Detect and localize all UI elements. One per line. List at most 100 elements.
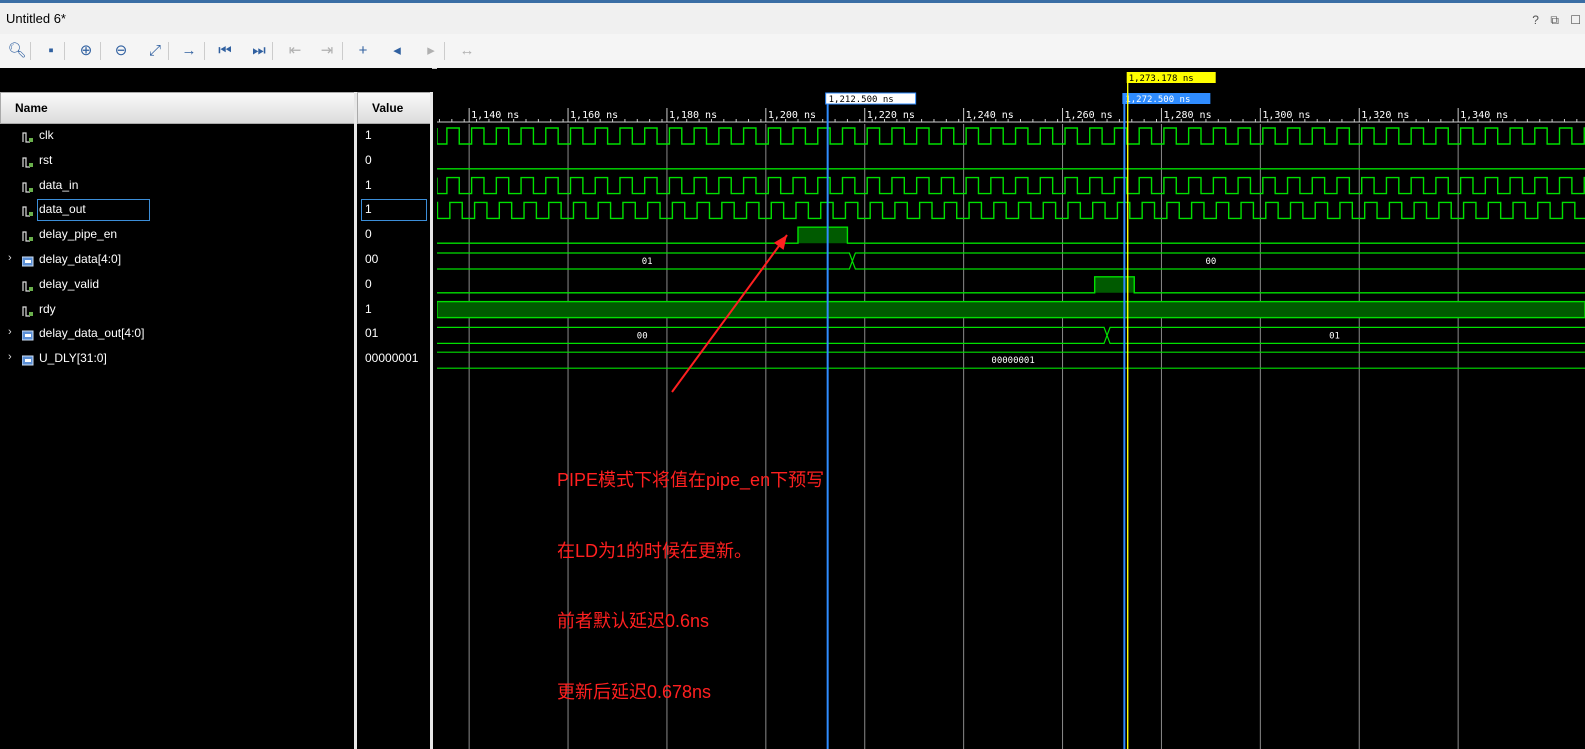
ruler-tick-label: 1,340 ns — [1460, 110, 1508, 121]
signal-value: 0 — [365, 276, 372, 291]
signal-row[interactable]: › delay_data_out[4:0] 01 — [0, 322, 432, 346]
prev-marker-icon[interactable]: ◂ — [386, 40, 408, 62]
zoom-fit-icon[interactable]: ⤢ — [144, 40, 166, 62]
prev-transition-icon[interactable]: ⇤ — [284, 40, 306, 62]
ruler-tick-label: 1,180 ns — [669, 110, 717, 121]
ruler-tick-label: 1,240 ns — [966, 110, 1014, 121]
cursor-label: 1,273.178 ns — [1129, 74, 1194, 84]
signal-pane: Name Value clk 1 rst 0 data_in 1 data_out 1 dela… — [0, 68, 433, 749]
toolbar-separator — [444, 42, 445, 60]
add-marker-icon[interactable]: + — [352, 40, 374, 62]
signal-name: delay_valid — [39, 276, 100, 291]
annotation-line: 更新后延迟0.678ns — [557, 681, 712, 702]
signal-name: clk — [39, 128, 54, 142]
swap-cursors-icon[interactable]: ↔ — [456, 40, 478, 62]
bus-value-label: 00 — [637, 331, 648, 341]
ruler-tick-label: 1,280 ns — [1163, 110, 1211, 121]
signal-row[interactable]: rdy 1 — [0, 298, 432, 322]
goto-start-icon[interactable]: ⏮ — [214, 40, 236, 62]
delay-data-bus — [437, 252, 1585, 270]
maximize-icon[interactable]: ☐ — [1570, 13, 1581, 27]
toolbar-separator — [30, 42, 31, 60]
zoom-in-icon[interactable]: ⊕ — [75, 40, 97, 62]
clock-waveform — [437, 127, 1585, 145]
bus-value-label: 01 — [642, 257, 653, 267]
delay-pipe-en-waveform — [437, 226, 1585, 244]
toolbar-separator — [204, 42, 205, 60]
toolbar-separator — [64, 42, 65, 60]
ruler-tick-label: 1,320 ns — [1361, 110, 1409, 121]
window-controls: ? ⧉ ☐ — [1524, 13, 1581, 28]
marker-label: 1,212.500 ns — [829, 95, 894, 105]
bit-signal-icon — [22, 229, 34, 242]
bit-signal-icon — [22, 155, 34, 168]
help-icon[interactable]: ? — [1532, 13, 1539, 27]
expand-chevron-icon[interactable]: › — [8, 252, 12, 264]
restore-icon[interactable]: ⧉ — [1550, 13, 1559, 27]
ruler-tick-label: 1,260 ns — [1065, 110, 1113, 121]
bus-signal-icon — [21, 254, 34, 267]
window-title: Untitled 6* — [6, 11, 66, 26]
toolbar: 🔍︎ ▪ ⊕ ⊖ ⤢ → ⏮ ⏭ ⇤ ⇥ + ◂ ▸ ↔ — [0, 34, 1585, 69]
signal-value: 1 — [365, 301, 372, 316]
bus-value-label: 00000001 — [991, 356, 1034, 366]
delay-data-out-bus — [437, 326, 1585, 344]
signal-row[interactable]: clk 1 — [0, 124, 432, 148]
goto-end-icon[interactable]: ⏭ — [248, 40, 270, 62]
annotation-line: 在LD为1的时候在更新。 — [557, 540, 753, 561]
goto-cursor-icon[interactable]: → — [178, 40, 200, 62]
signal-value: 00000001 — [365, 351, 419, 366]
signal-name: data_in — [39, 177, 79, 192]
ruler-tick-label: 1,300 ns — [1262, 110, 1310, 121]
next-marker-icon[interactable]: ▸ — [420, 40, 442, 62]
clock-waveform — [437, 176, 1585, 195]
rdy-waveform — [437, 300, 1585, 319]
window-titlebar: Untitled 6* ? ⧉ ☐ — [0, 0, 1585, 34]
selected-name-outline — [37, 199, 150, 222]
signal-value: 0 — [365, 227, 372, 242]
ruler-tick-label: 1,220 ns — [867, 110, 915, 121]
bit-signal-icon — [22, 304, 34, 317]
signal-row[interactable]: › delay_data[4:0] 00 — [0, 248, 432, 272]
ruler-tick-label: 1,140 ns — [471, 110, 519, 121]
signal-value: 00 — [365, 252, 379, 266]
zoom-out-icon[interactable]: ⊖ — [110, 40, 132, 62]
toolbar-separator — [342, 42, 343, 60]
selected-value-outline — [361, 199, 427, 222]
signal-row[interactable]: rst 0 — [0, 149, 432, 173]
expand-chevron-icon[interactable]: › — [8, 351, 12, 363]
signal-row[interactable]: data_in 1 — [0, 174, 432, 198]
ruler-tick-label: 1,160 ns — [570, 110, 618, 121]
value-column-header[interactable]: Value — [357, 92, 432, 124]
signal-value: 01 — [365, 326, 379, 341]
name-column-header[interactable]: Name — [0, 92, 355, 124]
value-header-label: Value — [372, 101, 404, 115]
signal-value: 1 — [365, 177, 372, 192]
signal-name: delay_pipe_en — [39, 227, 118, 242]
bus-value-label: 00 — [1205, 257, 1216, 267]
ruler-tick-label: 1,200 ns — [768, 110, 816, 121]
clock-waveform — [437, 201, 1585, 220]
toolbar-separator — [168, 42, 169, 60]
signal-row[interactable]: delay_pipe_en 0 — [0, 223, 432, 247]
delay-valid-waveform — [437, 276, 1585, 294]
signal-value: 0 — [365, 152, 372, 167]
annotation-line: 前者默认延迟0.6ns — [557, 611, 710, 631]
bit-signal-icon — [22, 130, 34, 143]
next-transition-icon[interactable]: ⇥ — [316, 40, 338, 62]
marker-label: 1,272.500 ns — [1125, 95, 1190, 105]
expand-chevron-icon[interactable]: › — [8, 326, 12, 338]
signal-name: delay_data[4:0] — [39, 252, 122, 266]
signal-row[interactable]: delay_valid 0 — [0, 273, 432, 297]
signal-name: delay_data_out[4:0] — [39, 326, 145, 341]
bus-value-label: 01 — [1329, 331, 1340, 341]
search-icon[interactable]: 🔍︎ — [6, 40, 28, 62]
signal-row[interactable]: › U_DLY[31:0] 00000001 — [0, 347, 432, 371]
annotation-line: PIPE模式下将值在pipe_en下预写 — [557, 470, 825, 490]
annotation-arrowhead — [773, 235, 787, 250]
save-icon[interactable]: ▪ — [40, 40, 62, 62]
toolbar-separator — [272, 42, 273, 60]
bit-signal-icon — [22, 180, 34, 193]
signal-value: 1 — [365, 128, 372, 142]
bit-signal-icon — [22, 279, 34, 292]
